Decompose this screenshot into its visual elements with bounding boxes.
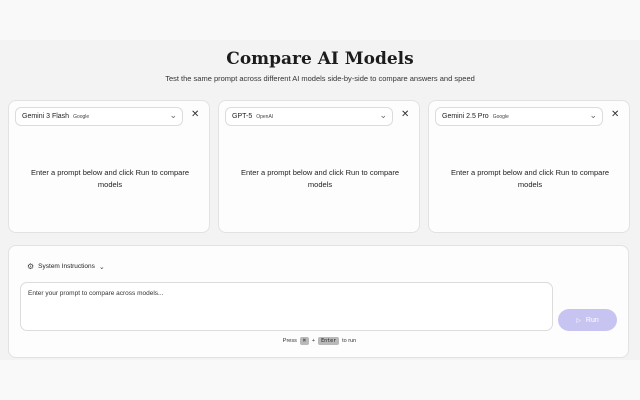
gear-icon: ⚙ <box>27 262 35 271</box>
model-select-3[interactable]: Gemini 2.5 Pro Google ⌄ <box>435 107 603 126</box>
model-name: GPT-5 <box>232 113 253 120</box>
model-provider: Google <box>73 113 90 120</box>
run-button-label: Run <box>585 316 599 324</box>
chevron-down-icon: ⌄ <box>379 110 387 120</box>
empty-state-message: Enter a prompt below and click Run to co… <box>451 168 609 189</box>
prompt-input[interactable] <box>28 290 545 323</box>
system-instructions-toggle[interactable]: ⚙ System Instructions ⌄ <box>27 262 105 271</box>
close-icon[interactable]: ✕ <box>401 109 409 121</box>
top-bar <box>0 0 640 40</box>
hint-suffix: to run <box>342 338 357 344</box>
hint-press: Press <box>282 338 297 344</box>
prompt-input-wrapper <box>20 282 553 331</box>
model-name: Gemini 3 Flash <box>22 113 70 120</box>
prompt-panel: ⚙ System Instructions ⌄ ▷ Run Press ⌘ + … <box>8 245 629 358</box>
chevron-down-icon: ⌄ <box>169 110 177 120</box>
close-icon[interactable]: ✕ <box>611 109 619 121</box>
chevron-down-icon: ⌄ <box>589 110 597 120</box>
bottom-bar <box>0 360 640 400</box>
model-provider: OpenAI <box>256 113 274 120</box>
model-card-2: GPT-5 OpenAI ⌄ ✕ Enter a prompt below an… <box>218 100 420 233</box>
play-icon: ▷ <box>576 317 581 324</box>
chevron-down-icon: ⌄ <box>98 263 105 271</box>
page-subtitle: Test the same prompt across different AI… <box>165 74 475 83</box>
model-card-3: Gemini 2.5 Pro Google ⌄ ✕ Enter a prompt… <box>428 100 630 233</box>
keyboard-hint: Press ⌘ + Enter to run <box>9 337 630 345</box>
empty-state-message: Enter a prompt below and click Run to co… <box>31 168 189 189</box>
run-button[interactable]: ▷ Run <box>558 309 617 331</box>
model-name: Gemini 2.5 Pro <box>442 113 489 120</box>
system-instructions-label: System Instructions <box>38 263 95 270</box>
kbd-cmd: ⌘ <box>299 337 309 345</box>
kbd-enter: Enter <box>318 337 340 345</box>
hint-plus: + <box>311 338 316 344</box>
model-provider: Google <box>492 113 509 120</box>
model-select-1[interactable]: Gemini 3 Flash Google ⌄ <box>15 107 183 126</box>
model-select-2[interactable]: GPT-5 OpenAI ⌄ <box>225 107 393 126</box>
empty-state-message: Enter a prompt below and click Run to co… <box>241 168 399 189</box>
page-title: Compare AI Models <box>226 49 414 69</box>
model-card-1: Gemini 3 Flash Google ⌄ ✕ Enter a prompt… <box>8 100 210 233</box>
close-icon[interactable]: ✕ <box>191 109 199 121</box>
